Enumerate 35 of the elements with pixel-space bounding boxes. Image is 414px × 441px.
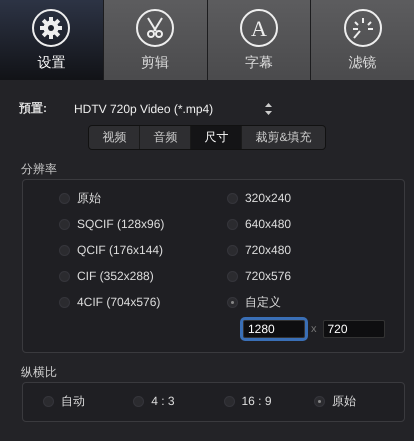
radio-button[interactable] xyxy=(227,296,238,308)
option-label: 640x480 xyxy=(245,217,292,231)
times-sign: x xyxy=(311,323,316,335)
letter-icon: A xyxy=(238,8,279,48)
option-label: SQCIF (128x96) xyxy=(77,217,164,231)
stepper-icon[interactable] xyxy=(265,102,272,114)
toolbar-tab[interactable]: 滤镜 xyxy=(311,0,414,80)
option-label: CIF (352x288) xyxy=(77,269,154,283)
toolbar-tab[interactable]: 剪辑 xyxy=(104,0,206,80)
option-label: 自动 xyxy=(61,392,85,410)
option-label: QCIF (176x144) xyxy=(77,243,164,257)
gear-icon xyxy=(31,8,72,48)
option-label: 720x576 xyxy=(245,269,292,283)
segment-tab[interactable]: 裁剪&填充 xyxy=(241,126,324,149)
option-label: 原始 xyxy=(77,190,101,206)
toolbar-tab[interactable]: A 字幕 xyxy=(208,0,310,80)
wand-icon xyxy=(342,8,383,48)
group-title: 纵横比 xyxy=(21,364,58,381)
option-label: 320x240 xyxy=(245,191,292,205)
option-label: 16 : 9 xyxy=(242,394,272,408)
segment-tab[interactable]: 尺寸 xyxy=(190,126,242,149)
scissors-icon xyxy=(135,8,176,48)
option-label: 4CIF (704x576) xyxy=(77,295,160,309)
option-label: 原始 xyxy=(332,392,356,410)
toolbar-tab[interactable]: 设置 xyxy=(0,0,103,80)
width-field[interactable]: 1280 xyxy=(243,320,305,338)
option-label: 720x480 xyxy=(245,243,292,257)
height-field[interactable]: 720 xyxy=(322,320,384,338)
preset-dropdown[interactable]: HDTV 720p Video (*.mp4) xyxy=(74,102,214,116)
option-label: 自定义 xyxy=(245,294,281,310)
radio-button[interactable] xyxy=(314,396,325,406)
group-title: 分辨率 xyxy=(21,161,58,178)
preset-label: 預置: xyxy=(19,100,48,117)
option-label: 4 : 3 xyxy=(151,394,175,408)
segment-tab[interactable]: 视频 xyxy=(89,126,140,149)
